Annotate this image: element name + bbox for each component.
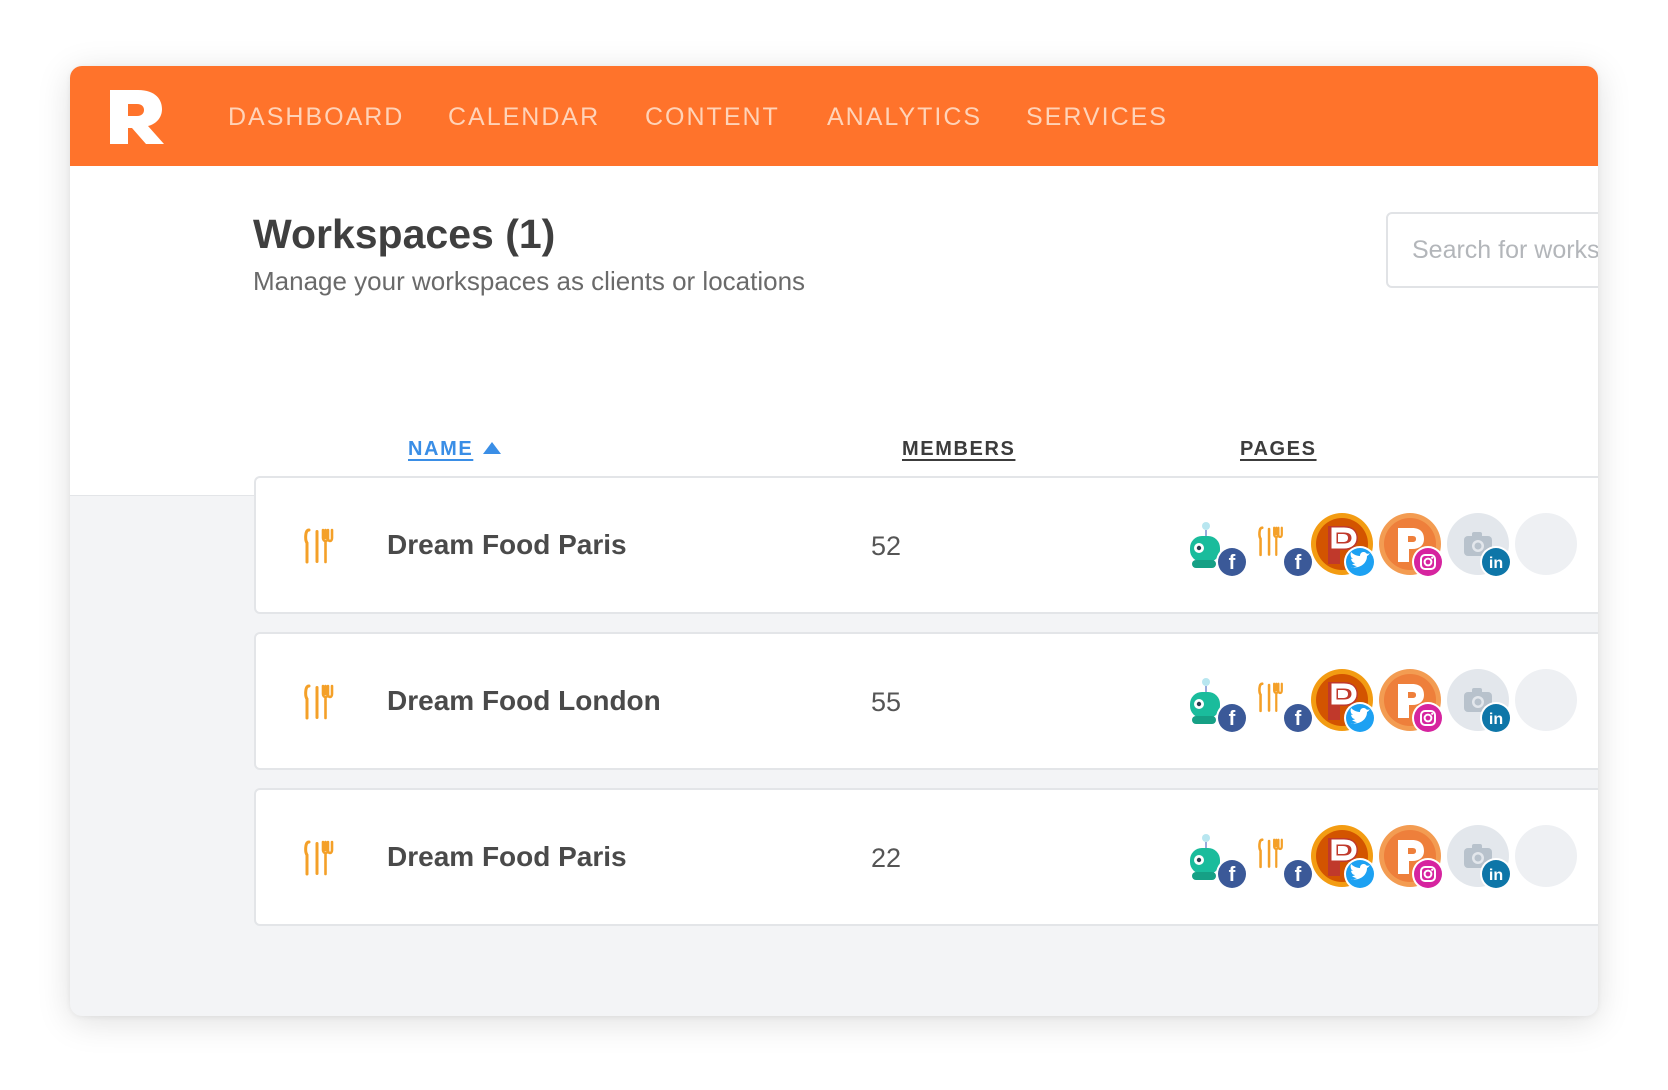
linkedin-icon: in	[1480, 702, 1512, 734]
nav-services[interactable]: SERVICES	[1026, 102, 1168, 132]
twitter-icon	[1344, 702, 1376, 734]
svg-text:f: f	[1229, 708, 1236, 730]
restaurant-cutlery-icon	[304, 840, 334, 876]
svg-text:f: f	[1295, 864, 1302, 886]
column-header-name[interactable]: NAME	[408, 437, 502, 461]
cutlery-avatar-icon	[1258, 526, 1283, 557]
page-avatar-facebook[interactable]: f	[1248, 824, 1314, 892]
column-header-pages[interactable]: PAGES	[1240, 437, 1317, 461]
robot-avatar-icon	[1190, 678, 1220, 724]
nav-content[interactable]: CONTENT	[645, 102, 780, 132]
facebook-icon: f	[1216, 702, 1248, 734]
page-avatar-facebook[interactable]: f	[1182, 512, 1248, 580]
workspace-members-count: 22	[871, 843, 902, 873]
page-avatar-twitter[interactable]	[1310, 824, 1376, 892]
instagram-icon	[1412, 546, 1444, 578]
instagram-icon	[1412, 702, 1444, 734]
column-header-members[interactable]: MEMBERS	[902, 437, 1015, 461]
svg-text:f: f	[1295, 552, 1302, 574]
workspace-name[interactable]: Dream Food Paris	[387, 840, 627, 874]
page-avatar-twitter[interactable]	[1310, 512, 1376, 580]
cutlery-avatar-icon	[1258, 838, 1283, 869]
workspace-name[interactable]: Dream Food London	[387, 684, 661, 718]
page-subtitle: Manage your workspaces as clients or loc…	[253, 266, 806, 296]
svg-text:in: in	[1489, 555, 1503, 572]
cutlery-avatar-icon	[1258, 682, 1283, 713]
page-avatar-instagram[interactable]	[1378, 512, 1444, 580]
twitter-icon	[1344, 546, 1376, 578]
svg-text:in: in	[1489, 867, 1503, 884]
svg-text:f: f	[1229, 864, 1236, 886]
workspace-row[interactable]: Dream Food London 55 f f in	[254, 632, 1598, 770]
nav-analytics[interactable]: ANALYTICS	[827, 102, 982, 132]
robot-avatar-icon	[1190, 834, 1220, 880]
instagram-icon	[1412, 858, 1444, 890]
nav-calendar[interactable]: CALENDAR	[448, 102, 600, 132]
page-header: Workspaces (1) Manage your workspaces as…	[70, 166, 1598, 496]
page-avatar-overflow[interactable]	[1514, 512, 1580, 580]
restaurant-cutlery-icon	[304, 684, 334, 720]
svg-text:in: in	[1489, 711, 1503, 728]
page-avatar-overflow[interactable]	[1514, 668, 1580, 736]
linkedin-icon: in	[1480, 858, 1512, 890]
facebook-icon: f	[1216, 546, 1248, 578]
brand-logo-icon[interactable]	[108, 86, 166, 146]
restaurant-cutlery-icon	[304, 528, 334, 564]
page-avatar-facebook[interactable]: f	[1248, 668, 1314, 736]
nav-dashboard[interactable]: DASHBOARD	[228, 102, 404, 132]
page-avatar-facebook[interactable]: f	[1248, 512, 1314, 580]
page-avatar-instagram[interactable]	[1378, 668, 1444, 736]
page-avatar-linkedin[interactable]: in	[1446, 824, 1512, 892]
app-window: DASHBOARD CALENDAR CONTENT ANALYTICS SER…	[70, 66, 1598, 1016]
svg-text:f: f	[1229, 552, 1236, 574]
workspace-name[interactable]: Dream Food Paris	[387, 528, 627, 562]
page-avatar-facebook[interactable]: f	[1182, 824, 1248, 892]
linkedin-icon: in	[1480, 546, 1512, 578]
page-title: Workspaces (1)	[253, 211, 556, 257]
page-avatar-linkedin[interactable]: in	[1446, 512, 1512, 580]
twitter-icon	[1344, 858, 1376, 890]
workspace-row[interactable]: Dream Food Paris 22 f f in	[254, 788, 1598, 926]
robot-avatar-icon	[1190, 522, 1220, 568]
workspace-row[interactable]: Dream Food Paris 52 f f in	[254, 476, 1598, 614]
workspace-members-count: 55	[871, 687, 902, 717]
column-header-name-label: NAME	[408, 438, 474, 460]
page-avatar-linkedin[interactable]: in	[1446, 668, 1512, 736]
svg-text:f: f	[1295, 708, 1302, 730]
page-avatar-facebook[interactable]: f	[1182, 668, 1248, 736]
workspace-members-count: 52	[871, 531, 902, 561]
facebook-icon: f	[1216, 858, 1248, 890]
search-input[interactable]	[1386, 212, 1598, 288]
top-nav: DASHBOARD CALENDAR CONTENT ANALYTICS SER…	[70, 66, 1598, 166]
page-avatar-instagram[interactable]	[1378, 824, 1444, 892]
page-avatar-overflow[interactable]	[1514, 824, 1580, 892]
page-avatar-twitter[interactable]	[1310, 668, 1376, 736]
sort-ascending-icon	[483, 441, 502, 454]
